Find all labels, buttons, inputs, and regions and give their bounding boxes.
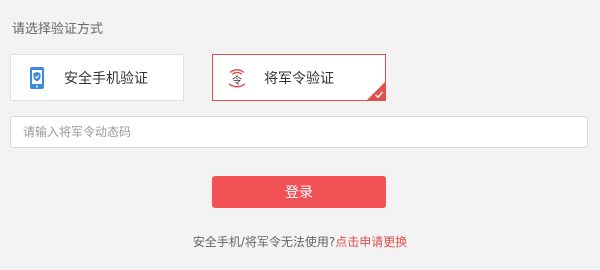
method-label-general-token: 将军令验证 bbox=[264, 70, 334, 87]
general-token-icon: 令 bbox=[225, 66, 249, 90]
method-card-secure-phone[interactable]: 安全手机验证 bbox=[10, 54, 184, 101]
method-card-general-token[interactable]: 令 将军令验证 bbox=[212, 54, 386, 101]
token-code-input[interactable] bbox=[10, 116, 588, 148]
method-label-secure-phone: 安全手机验证 bbox=[64, 70, 148, 87]
verification-method-heading: 请选择验证方式 bbox=[12, 22, 104, 37]
login-button[interactable]: 登录 bbox=[212, 176, 386, 208]
help-line: 安全手机/将军令无法使用?点击申请更换 bbox=[0, 234, 600, 250]
help-text: 安全手机/将军令无法使用? bbox=[192, 235, 336, 249]
apply-change-link[interactable]: 点击申请更换 bbox=[335, 235, 407, 249]
mobile-shield-icon bbox=[25, 66, 49, 90]
svg-text:令: 令 bbox=[232, 74, 242, 87]
checkmark-icon bbox=[375, 91, 384, 99]
